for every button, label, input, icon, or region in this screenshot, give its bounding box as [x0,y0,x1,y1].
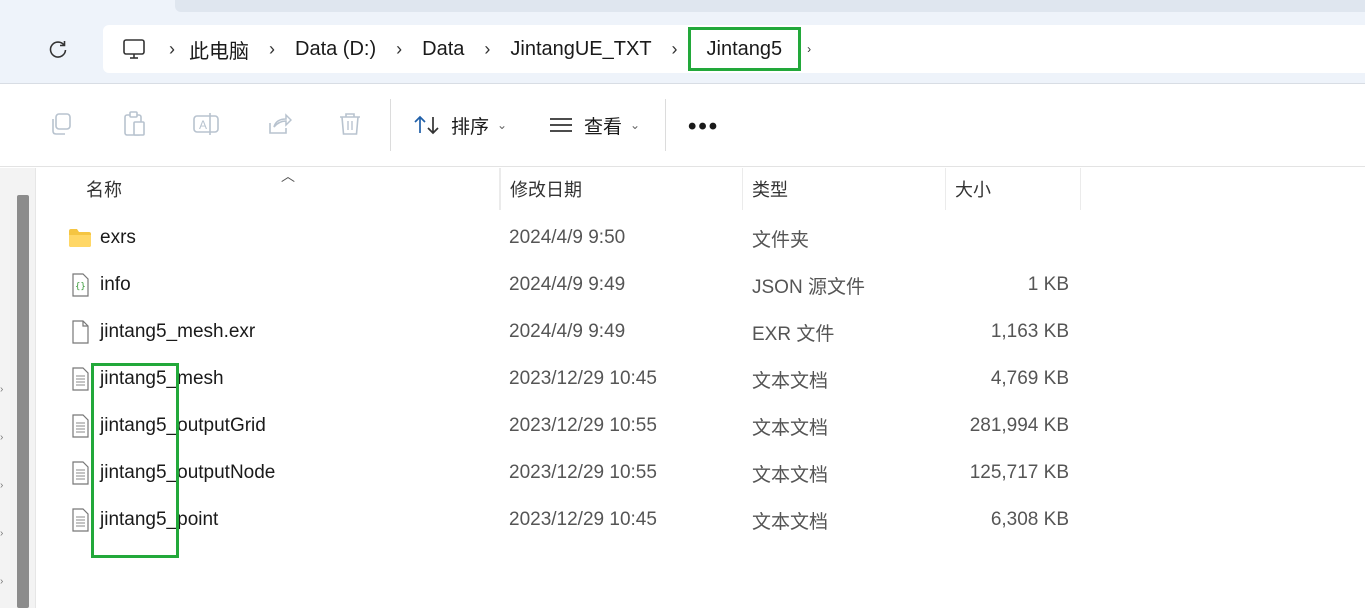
chevron-down-icon: ⌄ [497,118,508,132]
refresh-icon [49,41,67,58]
chevron-down-icon: ⌄ [630,118,641,132]
address-bar-area: › 此电脑 › Data (D:) › Data › JintangUE_TXT… [0,0,1365,84]
chevron-right-icon[interactable]: › [801,42,817,56]
chevron-right-icon[interactable]: › [390,39,408,60]
file-name: jintang5_outputGrid [100,415,266,436]
breadcrumb-data[interactable]: Data [408,25,478,73]
view-menu-button[interactable]: 查看 ⌄ [548,107,640,143]
column-header-date[interactable]: 修改日期 [500,168,743,210]
file-type: JSON 源文件 [752,276,865,298]
file-name: info [100,274,131,295]
file-date: 2023/12/29 10:45 [509,368,657,389]
file-size: 281,994 KB [969,415,1069,436]
file-name: exrs [100,227,136,248]
file-type: 文本文档 [752,370,829,392]
file-date: 2023/12/29 10:45 [509,509,657,530]
file-size: 1 KB [1027,274,1069,295]
refresh-button[interactable] [40,32,76,68]
share-button[interactable] [264,109,294,139]
breadcrumb-drive-d[interactable]: Data (D:) [281,25,390,73]
sort-icon [414,115,439,135]
file-row[interactable]: jintang5_mesh.exr 2024/4/9 9:49 EXR 文件 1… [37,309,1365,355]
chevron-right-icon[interactable]: › [0,528,8,539]
command-bar: A 排序 ⌄ 查看 ⌄ ••• [0,85,1365,167]
folder-icon [69,229,91,247]
svg-text:{}: {} [75,282,86,292]
breadcrumb-jintangue-txt[interactable]: JintangUE_TXT [496,25,665,73]
file-row[interactable]: jintang5_outputNode 2023/12/29 10:55 文本文… [37,450,1365,496]
navigation-scrollbar[interactable] [17,195,29,608]
more-options-button[interactable]: ••• [688,113,719,141]
chevron-right-icon[interactable]: › [263,39,281,60]
blank-file-icon [72,320,89,344]
text-file-icon [72,414,89,438]
copy-button[interactable] [46,109,76,139]
breadcrumb-root[interactable] [121,25,147,73]
file-date: 2023/12/29 10:55 [509,415,657,436]
file-type: 文本文档 [752,464,829,486]
file-name: jintang5_mesh [100,368,224,389]
chevron-right-icon[interactable]: › [0,480,8,491]
toolbar-divider [390,99,391,151]
paste-button[interactable] [119,109,149,139]
file-name: jintang5_outputNode [100,462,276,483]
rename-icon: A [193,113,219,135]
toolbar-divider [665,99,666,151]
computer-icon [123,39,145,59]
file-size: 125,717 KB [969,462,1069,483]
file-row[interactable]: jintang5_point 2023/12/29 10:45 文本文档 6,3… [37,497,1365,543]
text-file-icon [72,461,89,485]
text-file-icon [72,508,89,532]
column-header-row: 名称 ︿ 修改日期 类型 大小 [37,168,1365,210]
file-type: 文本文档 [752,417,829,439]
file-size: 4,769 KB [990,368,1069,389]
rename-button[interactable]: A [191,109,221,139]
file-row[interactable]: exrs 2024/4/9 9:50 文件夹 [37,215,1365,261]
file-type: 文件夹 [752,229,810,251]
file-size [945,215,1069,261]
share-icon [269,113,292,134]
chevron-right-icon[interactable]: › [147,39,189,60]
file-list: 名称 ︿ 修改日期 类型 大小 exrs 2024/4/9 9:50 文件夹 {… [37,168,1365,608]
file-date: 2024/4/9 9:50 [509,227,626,248]
chevron-right-icon[interactable]: › [478,39,496,60]
sort-menu-button[interactable]: 排序 ⌄ [413,107,507,143]
clipboard-icon [124,111,145,136]
file-row[interactable]: jintang5_mesh 2023/12/29 10:45 文本文档 4,76… [37,356,1365,402]
file-name: jintang5_mesh.exr [100,321,256,342]
chevron-right-icon[interactable]: › [666,39,684,60]
column-header-size[interactable]: 大小 [946,168,1081,210]
chevron-right-icon[interactable]: › [0,432,8,443]
trash-icon [340,113,360,135]
file-date: 2024/4/9 9:49 [509,274,626,295]
svg-text:A: A [199,118,207,132]
delete-button[interactable] [335,109,365,139]
file-name: jintang5_point [100,509,219,530]
json-file-icon: {} [72,273,89,297]
address-bar[interactable]: › 此电脑 › Data (D:) › Data › JintangUE_TXT… [103,25,1365,73]
breadcrumb-current-folder[interactable]: Jintang5 [687,27,802,71]
file-type: EXR 文件 [752,323,835,345]
sort-ascending-icon: ︿ [281,168,295,184]
file-size: 6,308 KB [990,509,1069,530]
chevron-right-icon[interactable]: › [0,384,8,395]
tab-strip [175,0,1365,12]
chevron-right-icon[interactable]: › [0,576,8,587]
file-row[interactable]: jintang5_outputGrid 2023/12/29 10:55 文本文… [37,403,1365,449]
file-row[interactable]: {} info 2024/4/9 9:49 JSON 源文件 1 KB [37,262,1365,308]
file-type: 文本文档 [752,511,829,533]
column-header-name[interactable]: 名称 ︿ [37,168,500,210]
view-list-icon [550,118,572,132]
breadcrumb-this-pc[interactable]: 此电脑 [189,25,263,73]
file-date: 2023/12/29 10:55 [509,462,657,483]
text-file-icon [72,367,89,391]
column-header-type[interactable]: 类型 [743,168,946,210]
file-date: 2024/4/9 9:49 [509,321,626,342]
file-size: 1,163 KB [990,321,1069,342]
copy-icon [52,113,71,135]
